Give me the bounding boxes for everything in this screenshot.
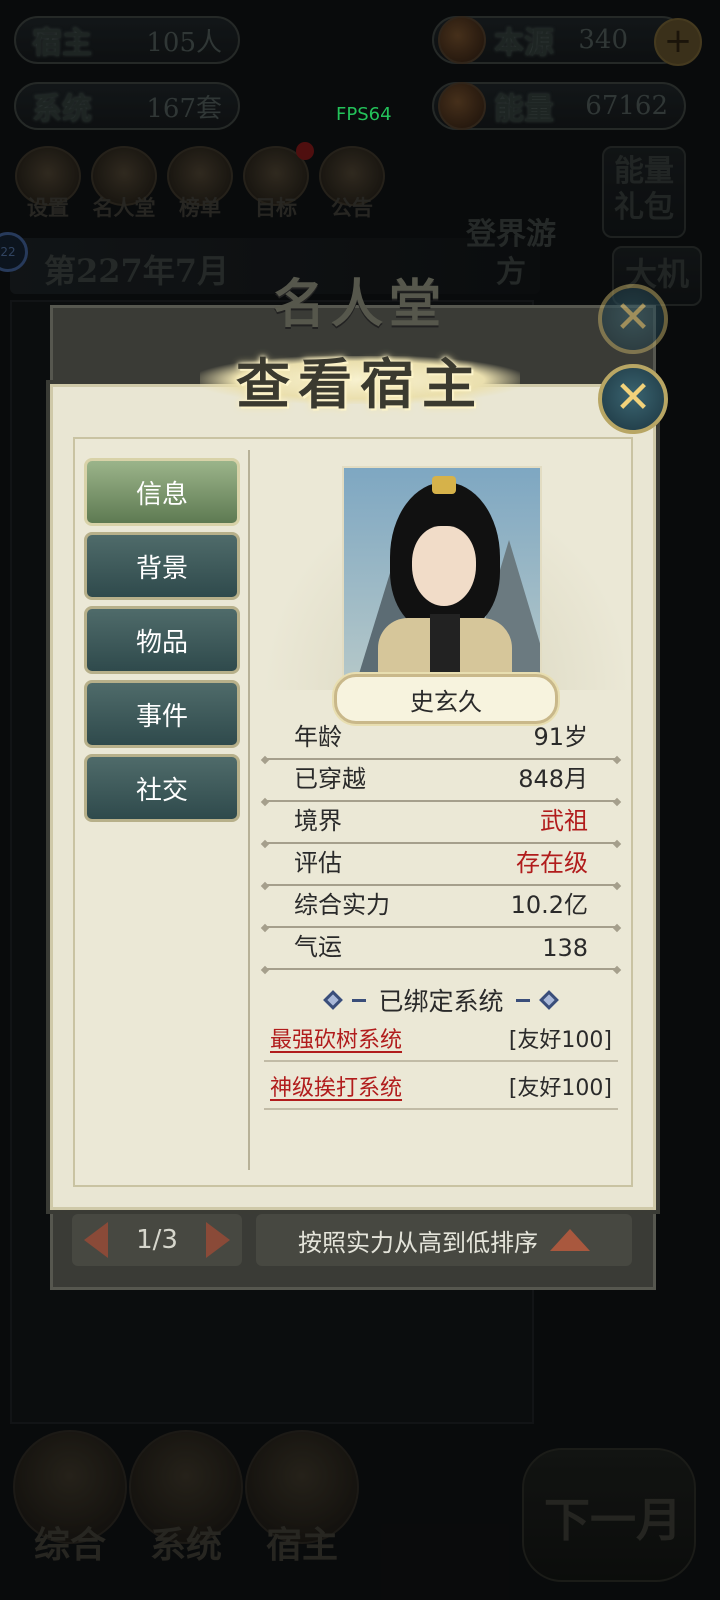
diamond-icon	[323, 990, 344, 1010]
tab-background-label: 背景	[135, 553, 188, 584]
system-link[interactable]: 神级挨打系统	[270, 1070, 402, 1102]
ranking-label: 榜单	[179, 195, 221, 220]
next-month-button[interactable]: 下一月	[522, 1448, 696, 1582]
dash-icon	[515, 998, 530, 1002]
bound-system-row: 神级挨打系统 [友好100]	[264, 1068, 618, 1110]
host-stat: 宿主 105人	[14, 16, 240, 64]
nav-host[interactable]: 宿主	[242, 1430, 362, 1590]
energy-stat-label: 能量	[494, 92, 554, 127]
hall-of-fame-button[interactable]: 名人堂	[90, 146, 158, 222]
tab-info[interactable]: 信息	[84, 458, 240, 526]
energy-gift-button[interactable]: 能量礼包	[602, 146, 686, 238]
attr-value: 武祖	[540, 807, 588, 835]
energy-stat-value: 67162	[585, 91, 668, 121]
system-stat: 系统 167套	[14, 82, 240, 130]
system-affinity: [友好100]	[508, 1076, 612, 1101]
attr-value: 10.2亿	[510, 891, 588, 919]
tab-items-label: 物品	[135, 627, 188, 658]
host-stat-value: 105人	[146, 27, 222, 58]
attr-row-power: 综合实力 10.2亿	[264, 886, 618, 928]
add-origin-button[interactable]: +	[654, 18, 702, 66]
attr-label: 气运	[294, 933, 342, 961]
ranking-button[interactable]: 榜单	[166, 146, 234, 222]
panel-divider	[248, 450, 250, 1170]
host-portrait	[342, 466, 542, 692]
bound-systems-header: 已绑定系统	[264, 980, 618, 1020]
origin-stat-label: 本源	[494, 26, 554, 61]
sort-arrow-icon	[550, 1229, 590, 1251]
goal-label: 目标	[255, 195, 297, 220]
attr-value: 138	[542, 934, 588, 962]
tab-social[interactable]: 社交	[84, 754, 240, 822]
tab-events[interactable]: 事件	[84, 680, 240, 748]
top-icon-bar: 设置 名人堂 榜单 目标 公告	[14, 142, 386, 222]
host-name: 史玄久	[410, 687, 482, 716]
origin-stat-value: 340	[578, 25, 628, 55]
nav-general[interactable]: 综合	[10, 1430, 130, 1590]
attr-row-luck: 气运 138	[264, 928, 618, 970]
energy-stat: 能量 67162	[432, 82, 686, 130]
system-stat-label: 系统	[32, 92, 92, 127]
hall-of-fame-label: 名人堂	[92, 195, 156, 220]
tab-social-label: 社交	[135, 775, 188, 806]
tab-info-label: 信息	[135, 479, 188, 510]
nav-system[interactable]: 系统	[126, 1430, 246, 1590]
host-name-plate: 史玄久	[334, 674, 558, 724]
bound-system-row: 最强砍树系统 [友好100]	[264, 1020, 618, 1062]
close-icon: ✕	[614, 292, 652, 343]
next-month-label: 下一月	[544, 1493, 682, 1547]
next-page-button[interactable]	[206, 1222, 230, 1258]
portrait-crown	[432, 476, 456, 494]
settings-button[interactable]: 设置	[14, 146, 82, 222]
tab-items[interactable]: 物品	[84, 606, 240, 674]
dialog-close-button[interactable]: ✕	[598, 364, 668, 434]
tab-background[interactable]: 背景	[84, 532, 240, 600]
tab-events-label: 事件	[135, 701, 188, 732]
attr-row-age: 年龄 91岁	[264, 718, 618, 760]
prev-page-button[interactable]	[84, 1222, 108, 1258]
attr-label: 评估	[294, 849, 342, 877]
settings-label: 设置	[27, 195, 69, 220]
goal-button[interactable]: 目标	[242, 142, 314, 222]
portrait-face	[412, 526, 476, 606]
system-stat-value: 167套	[146, 93, 222, 124]
origin-icon	[438, 16, 486, 64]
sort-label: 按照实力从高到低排序	[298, 1228, 538, 1257]
host-stat-label: 宿主	[32, 26, 92, 61]
diamond-icon	[538, 990, 559, 1010]
attr-label: 年龄	[294, 723, 342, 751]
origin-stat: 本源 340	[432, 16, 686, 64]
system-link[interactable]: 最强砍树系统	[270, 1022, 402, 1054]
system-affinity: [友好100]	[508, 1028, 612, 1053]
bound-systems-title: 已绑定系统	[378, 987, 504, 1016]
page-indicator: 1/3	[136, 1225, 178, 1255]
dash-icon	[352, 998, 367, 1002]
energy-icon	[438, 82, 486, 130]
pager: 1/3	[72, 1214, 242, 1266]
attr-row-traveled: 已穿越 848月	[264, 760, 618, 802]
notice-label: 公告	[331, 195, 373, 220]
close-icon: ✕	[614, 372, 652, 423]
attr-label: 综合实力	[294, 891, 390, 919]
nav-host-label: 宿主	[265, 1524, 338, 1566]
attr-value: 848月	[518, 765, 588, 793]
nav-general-label: 综合	[33, 1524, 106, 1566]
attr-label: 境界	[294, 807, 342, 835]
attr-row-rating: 评估 存在级	[264, 844, 618, 886]
attr-value: 存在级	[516, 849, 588, 877]
notification-dot	[296, 142, 314, 160]
notice-button[interactable]: 公告	[318, 146, 386, 222]
attr-label: 已穿越	[294, 765, 366, 793]
nav-system-label: 系统	[149, 1524, 222, 1566]
fps-counter: FPS64	[336, 104, 392, 125]
sort-button[interactable]: 按照实力从高到低排序	[256, 1214, 632, 1266]
attr-row-realm: 境界 武祖	[264, 802, 618, 844]
